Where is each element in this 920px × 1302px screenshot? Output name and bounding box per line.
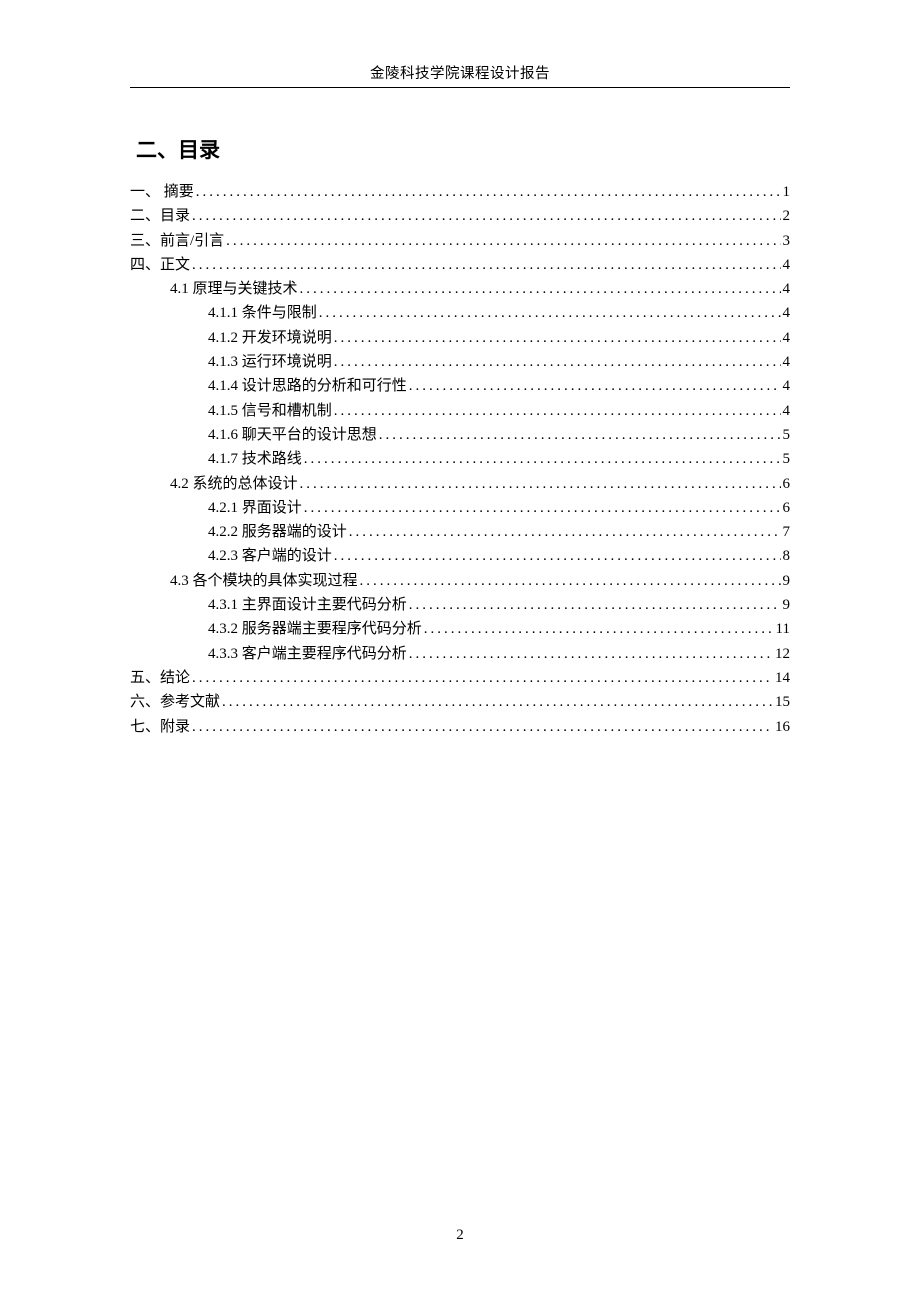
toc-entry-label: 4.1.3 运行环境说明 [208, 350, 332, 374]
toc-leader-dots [304, 447, 781, 471]
toc-leader-dots [349, 520, 781, 544]
toc-entry-page: 6 [783, 496, 791, 520]
toc-entry-page: 11 [776, 617, 790, 641]
toc-entry-label: 4.2 系统的总体设计 [170, 472, 298, 496]
toc-entry-label: 六、参考文献 [130, 690, 220, 714]
toc-entry[interactable]: 六、参考文献 15 [130, 690, 790, 714]
toc-leader-dots [300, 472, 781, 496]
toc-leader-dots [424, 617, 774, 641]
toc-entry[interactable]: 4.1.2 开发环境说明 4 [130, 326, 790, 350]
toc-entry-label: 4.1.4 设计思路的分析和可行性 [208, 374, 407, 398]
toc-entry-label: 4.1.7 技术路线 [208, 447, 302, 471]
toc-entry-label: 三、前言/引言 [130, 229, 224, 253]
toc-leader-dots [409, 642, 773, 666]
toc-entry-page: 1 [783, 180, 791, 204]
toc-entry-label: 4.1.2 开发环境说明 [208, 326, 332, 350]
toc-entry-page: 3 [783, 229, 791, 253]
toc-entry[interactable]: 4.2.2 服务器端的设计 7 [130, 520, 790, 544]
toc-entry-label: 四、正文 [130, 253, 190, 277]
toc-entry-label: 4.3.3 客户端主要程序代码分析 [208, 642, 407, 666]
toc-leader-dots [192, 666, 773, 690]
toc-leader-dots [334, 350, 781, 374]
toc-leader-dots [226, 229, 780, 253]
toc-leader-dots [192, 715, 773, 739]
toc-entry[interactable]: 4.3.2 服务器端主要程序代码分析 11 [130, 617, 790, 641]
section-title: 二、目录 [136, 134, 790, 164]
toc-entry-page: 5 [783, 447, 791, 471]
toc-entry-page: 14 [775, 666, 790, 690]
toc-entry-page: 4 [783, 326, 791, 350]
page-number: 2 [0, 1227, 920, 1244]
toc-entry-page: 12 [775, 642, 790, 666]
toc-entry[interactable]: 一、 摘要 1 [130, 180, 790, 204]
toc-entry[interactable]: 4.2.3 客户端的设计 8 [130, 544, 790, 568]
toc-entry-page: 4 [783, 374, 791, 398]
toc-entry-label: 七、附录 [130, 715, 190, 739]
toc-entry-label: 4.3.1 主界面设计主要代码分析 [208, 593, 407, 617]
toc-entry[interactable]: 4.2.1 界面设计 6 [130, 496, 790, 520]
toc-leader-dots [192, 253, 780, 277]
toc-entry-page: 9 [783, 569, 791, 593]
toc-leader-dots [192, 204, 780, 228]
toc-entry-page: 16 [775, 715, 790, 739]
toc-entry[interactable]: 4.1.6 聊天平台的设计思想 5 [130, 423, 790, 447]
toc-leader-dots [319, 301, 781, 325]
toc-entry[interactable]: 4.3.3 客户端主要程序代码分析 12 [130, 642, 790, 666]
toc-entry-label: 4.3.2 服务器端主要程序代码分析 [208, 617, 422, 641]
toc-entry[interactable]: 三、前言/引言 3 [130, 229, 790, 253]
toc-leader-dots [409, 593, 781, 617]
toc-entry-page: 5 [783, 423, 791, 447]
toc-entry-page: 2 [783, 204, 791, 228]
toc-leader-dots [300, 277, 781, 301]
toc-entry-label: 4.1.1 条件与限制 [208, 301, 317, 325]
toc-entry-page: 7 [783, 520, 791, 544]
toc-entry-page: 9 [783, 593, 791, 617]
toc-entry-page: 8 [783, 544, 791, 568]
toc-leader-dots [222, 690, 773, 714]
toc-entry[interactable]: 4.3 各个模块的具体实现过程 9 [130, 569, 790, 593]
toc-entry-page: 6 [783, 472, 791, 496]
toc-leader-dots [304, 496, 781, 520]
toc-entry-label: 二、目录 [130, 204, 190, 228]
toc-entry-label: 4.1 原理与关键技术 [170, 277, 298, 301]
toc-entry-label: 五、结论 [130, 666, 190, 690]
toc-leader-dots [196, 180, 781, 204]
page-header: 金陵科技学院课程设计报告 [130, 62, 790, 88]
document-page: 金陵科技学院课程设计报告 二、目录 一、 摘要1二、目录2三、前言/引言3四、正… [0, 0, 920, 1302]
toc-entry-label: 4.2.3 客户端的设计 [208, 544, 332, 568]
toc-entry[interactable]: 4.1.3 运行环境说明 4 [130, 350, 790, 374]
toc-entry-page: 4 [783, 253, 791, 277]
toc-entry[interactable]: 4.1.5 信号和槽机制 4 [130, 399, 790, 423]
toc-entry[interactable]: 七、附录 16 [130, 715, 790, 739]
toc-entry-page: 4 [783, 277, 791, 301]
toc-leader-dots [334, 399, 781, 423]
toc-entry[interactable]: 4.1.7 技术路线 5 [130, 447, 790, 471]
toc-entry[interactable]: 4.2 系统的总体设计 6 [130, 472, 790, 496]
toc-entry-page: 15 [775, 690, 790, 714]
toc-entry-page: 4 [783, 350, 791, 374]
toc-entry[interactable]: 4.1.1 条件与限制 4 [130, 301, 790, 325]
toc-entry-label: 4.2.1 界面设计 [208, 496, 302, 520]
toc-entry-label: 4.2.2 服务器端的设计 [208, 520, 347, 544]
toc-entry[interactable]: 4.3.1 主界面设计主要代码分析 9 [130, 593, 790, 617]
toc-entry-label: 4.1.5 信号和槽机制 [208, 399, 332, 423]
toc-leader-dots [360, 569, 781, 593]
toc-entry[interactable]: 4.1.4 设计思路的分析和可行性 4 [130, 374, 790, 398]
toc-entry-label: 4.3 各个模块的具体实现过程 [170, 569, 358, 593]
toc-leader-dots [334, 326, 781, 350]
toc-entry[interactable]: 二、目录 2 [130, 204, 790, 228]
toc-entry-label: 一、 摘要 [130, 180, 194, 204]
toc-entry-label: 4.1.6 聊天平台的设计思想 [208, 423, 377, 447]
toc-entry[interactable]: 五、结论 14 [130, 666, 790, 690]
toc-entry-page: 4 [783, 399, 791, 423]
toc-leader-dots [409, 374, 781, 398]
table-of-contents: 一、 摘要1二、目录2三、前言/引言3四、正文44.1 原理与关键技术 44.1… [130, 180, 790, 739]
toc-leader-dots [379, 423, 781, 447]
toc-entry[interactable]: 四、正文 4 [130, 253, 790, 277]
toc-entry[interactable]: 4.1 原理与关键技术 4 [130, 277, 790, 301]
toc-entry-page: 4 [783, 301, 791, 325]
toc-leader-dots [334, 544, 781, 568]
